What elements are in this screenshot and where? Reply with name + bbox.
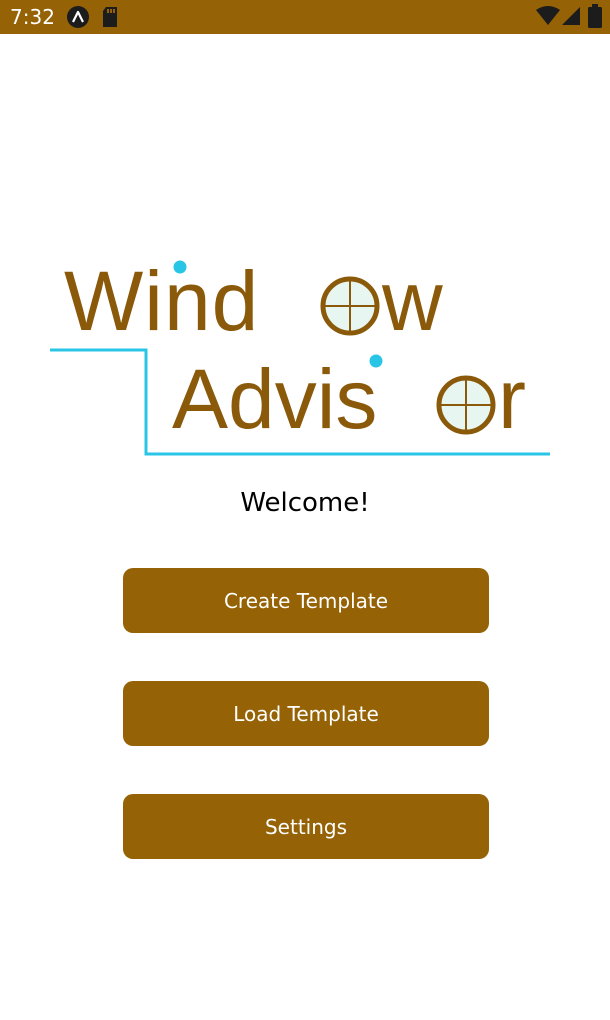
signal-icon xyxy=(562,7,580,25)
window-advisor-logo: Wind w Advis r xyxy=(50,254,550,456)
load-template-button[interactable]: Load Template xyxy=(123,681,489,746)
settings-button[interactable]: Settings xyxy=(123,794,489,859)
status-time: 7:32 xyxy=(10,5,55,29)
app-notification-icon xyxy=(67,6,89,28)
create-template-button[interactable]: Create Template xyxy=(123,568,489,633)
welcome-text: Welcome! xyxy=(240,488,370,518)
svg-text:Wind: Wind xyxy=(64,254,259,348)
wifi-icon xyxy=(536,6,560,25)
battery-icon xyxy=(588,4,602,28)
window-globe-icon-2 xyxy=(436,375,496,435)
svg-text:w: w xyxy=(381,254,443,348)
window-globe-icon-1 xyxy=(320,276,380,336)
svg-text:Advis: Advis xyxy=(172,352,377,446)
status-bar: 7:32 xyxy=(0,0,610,34)
sd-card-icon xyxy=(103,7,117,27)
svg-text:r: r xyxy=(498,352,526,446)
